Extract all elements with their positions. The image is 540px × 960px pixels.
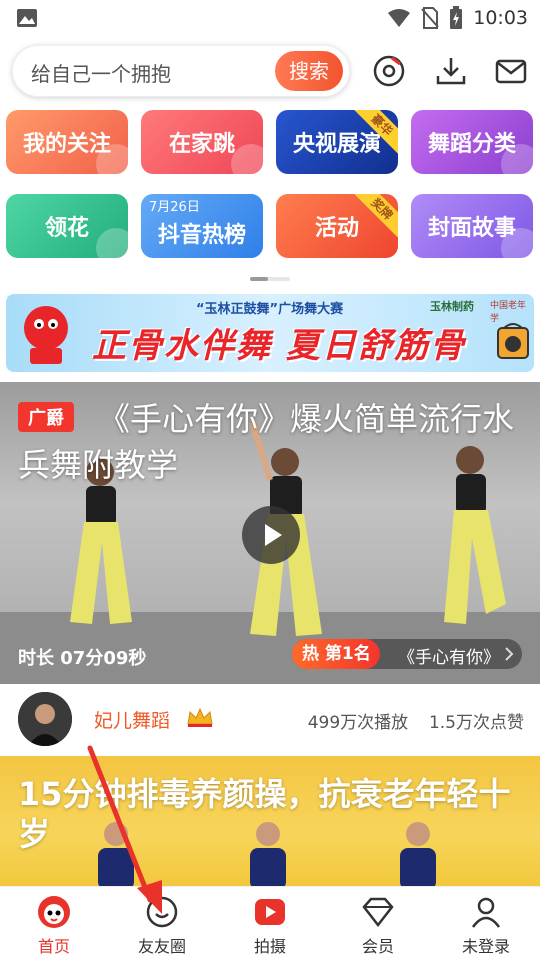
video-duration: 时长 07分09秒 (18, 648, 147, 669)
status-time: 10:03 (473, 7, 528, 29)
nav-label: 未登录 (461, 937, 510, 956)
page-indicator (250, 277, 290, 281)
category-activity[interactable]: 奖牌 活动 (276, 194, 398, 258)
category-dance-at-home[interactable]: 在家跳 (141, 110, 263, 174)
status-bar: 10:03 (0, 0, 540, 36)
status-right: 10:03 (387, 6, 528, 30)
category-cover-story[interactable]: 封面故事 (411, 194, 533, 258)
category-cctv-show[interactable]: 豪华 央视展演 (276, 110, 398, 174)
avatar[interactable] (18, 692, 72, 746)
avatar-image (18, 692, 72, 746)
promo-banner[interactable]: “玉林正鼓舞”广场舞大赛 正骨水伴舞 夏日舒筋骨 玉林制药 中国老年学 (6, 294, 534, 372)
download-icon[interactable] (434, 54, 468, 88)
smiley-icon (146, 896, 178, 928)
user-icon (471, 897, 501, 928)
play-count: 499万次播放 (307, 713, 409, 733)
rank-song: 《手心有你》 (398, 648, 500, 668)
nav-not-logged-in[interactable]: 未登录 (432, 887, 540, 960)
category-label: 舞蹈分类 (427, 132, 516, 157)
no-sim-icon (421, 7, 439, 29)
video-title: 《手心有你》爆火简单流行水兵舞附教学 (18, 400, 515, 484)
category-label: 在家跳 (168, 132, 235, 157)
category-my-follow[interactable]: 我的关注 (6, 110, 128, 174)
date-tag: 7月26日 (149, 200, 200, 215)
nav-friends-circle[interactable]: 友友圈 (108, 887, 216, 960)
nav-label: 首页 (37, 937, 70, 956)
message-icon[interactable] (494, 54, 528, 88)
like-count: 1.5万次点赞 (428, 713, 524, 733)
category-dance-types[interactable]: 舞蹈分类 (411, 110, 533, 174)
search-input[interactable]: 给自己一个拥抱 (31, 58, 171, 87)
tile-decor (231, 144, 263, 174)
nav-label: 会员 (361, 937, 394, 956)
category-label: 活动 (314, 216, 359, 241)
flower-icon (96, 228, 128, 258)
author-row[interactable]: 妃儿舞蹈 499万次播放 1.5万次点赞 (0, 684, 540, 756)
author-name[interactable]: 妃儿舞蹈 (94, 706, 170, 733)
category-get-flowers[interactable]: 领花 (6, 194, 128, 258)
video-card-2[interactable]: 15分钟排毒养颜操，抗衰老年轻十岁 (0, 756, 540, 886)
diamond-icon (362, 897, 394, 928)
search-bar[interactable]: 给自己一个拥抱 搜索 (12, 45, 350, 97)
search-button[interactable]: 搜索 (275, 51, 343, 91)
category-label: 抖音热榜 (157, 223, 246, 248)
nav-label: 拍摄 (253, 937, 286, 956)
banner-logo-yulin: 玉林制药 (430, 300, 474, 313)
app-screen: 10:03 给自己一个拥抱 搜索 我的关注 在家跳 豪华 央视展演 舞蹈分类 领… (0, 0, 540, 960)
category-douyin-hot[interactable]: 7月26日 抖音热榜 (141, 194, 263, 258)
chevron-right-icon (505, 647, 514, 661)
nav-member[interactable]: 会员 (324, 887, 432, 960)
banner-headline: 正骨水伴舞 夏日舒筋骨 (92, 326, 466, 366)
nav-home[interactable]: 首页 (0, 887, 108, 960)
category-label: 封面故事 (427, 216, 516, 241)
rank-label: 热 第1名 (292, 639, 380, 669)
video-card[interactable]: 广爵 《手心有你》爆火简单流行水兵舞附教学 时长 07分09秒 热 第1名 《手… (0, 382, 540, 684)
video-title-2: 15分钟排毒养颜操，抗衰老年轻十岁 (18, 775, 511, 853)
nav-shoot[interactable]: 拍摄 (216, 887, 324, 960)
rank-pill[interactable]: 热 第1名 《手心有你》 (292, 639, 522, 669)
banner-subtitle: “玉林正鼓舞”广场舞大赛 (196, 302, 344, 317)
image-icon (17, 9, 37, 27)
author-stats: 499万次播放 1.5万次点赞 (308, 708, 524, 733)
category-label: 领花 (44, 216, 89, 241)
radio-icon (497, 323, 529, 359)
page-indicator-active (250, 277, 268, 281)
mascot-icon (24, 306, 68, 364)
nav-label: 友友圈 (137, 937, 186, 956)
wifi-icon (388, 9, 411, 27)
crown-icon (187, 707, 213, 727)
category-label: 我的关注 (22, 132, 111, 157)
battery-icon (450, 6, 463, 29)
video-camera-icon (255, 899, 285, 925)
bottom-nav: 首页 友友圈 拍摄 会员 未登录 (0, 886, 540, 960)
play-icon[interactable] (242, 506, 300, 564)
record-icon[interactable] (372, 54, 406, 88)
category-label: 央视展演 (292, 132, 381, 157)
home-mascot-icon (38, 896, 70, 928)
